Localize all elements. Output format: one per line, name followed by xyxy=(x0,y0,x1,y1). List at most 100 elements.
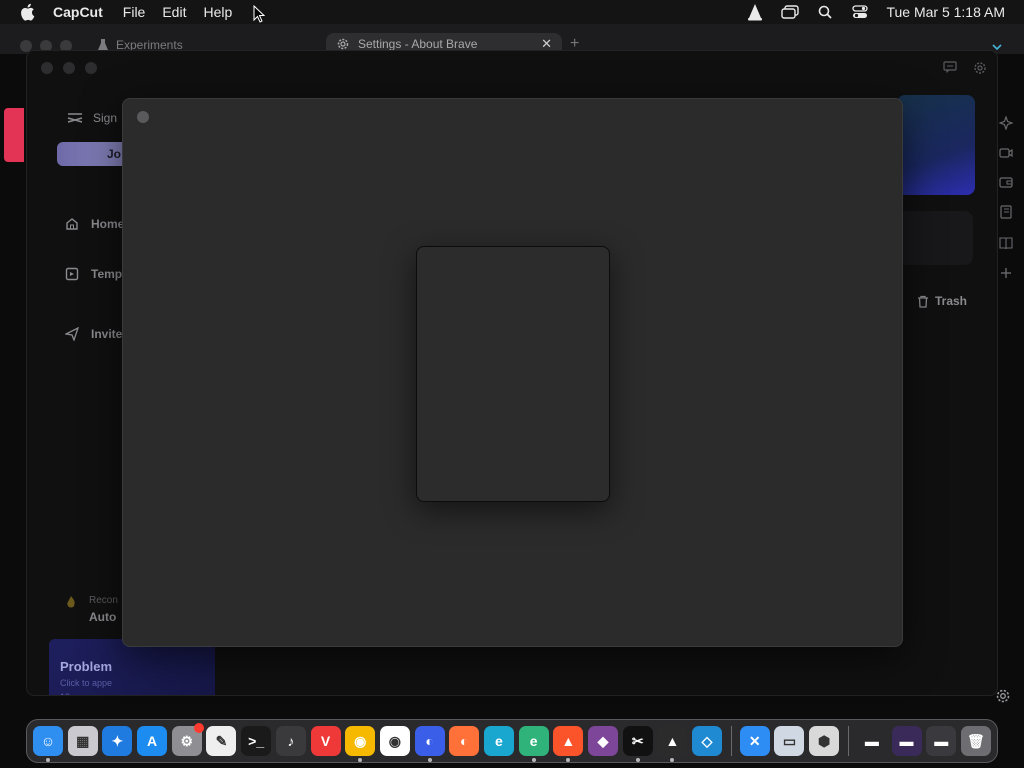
installer-icon[interactable]: ⬢ xyxy=(809,726,840,756)
sign-in-label: Sign xyxy=(93,111,118,125)
running-indicator xyxy=(46,758,50,762)
problem-count: 13 xyxy=(60,692,215,695)
reading-list-icon[interactable] xyxy=(999,236,1013,250)
sidebar-item-invite[interactable]: Invite xyxy=(65,327,122,341)
tor-browser-icon[interactable]: ◆ xyxy=(588,726,618,756)
edge-glyph-icon: e xyxy=(495,733,503,749)
vivaldi-icon[interactable]: V xyxy=(310,726,341,756)
desktop: CapCut File Edit Help Tue Mar 5 1:18 AM xyxy=(0,0,1024,768)
modal-dialog xyxy=(122,98,903,647)
trash-icon[interactable]: 🗑 xyxy=(960,726,991,756)
settings-gear-icon[interactable] xyxy=(973,61,987,75)
tab-search-chevron-icon[interactable] xyxy=(992,44,1002,50)
loading-panel xyxy=(416,246,610,502)
chrome-canary-glyph-icon: ◉ xyxy=(354,732,367,749)
capcut-icon[interactable]: ✂ xyxy=(622,726,653,762)
dock-separator xyxy=(847,726,849,756)
capcut-close-button[interactable] xyxy=(41,62,53,74)
vlc-tray-icon[interactable] xyxy=(744,3,766,21)
modal-close-button[interactable] xyxy=(137,111,149,123)
firefox-dev-icon[interactable]: ◐ xyxy=(414,726,445,762)
recommendation-item[interactable]: Recon Auto xyxy=(65,595,118,624)
menu-bar-clock[interactable]: Tue Mar 5 1:18 AM xyxy=(886,4,1005,20)
app-store-glyph-icon: A xyxy=(147,733,158,749)
app-store-icon[interactable]: A xyxy=(137,726,168,756)
window-thumb-2-icon[interactable]: ▬ xyxy=(891,726,922,756)
capcut-glyph-icon: ✂ xyxy=(631,732,644,749)
firefox-icon[interactable]: ◐ xyxy=(449,726,480,756)
flame-icon xyxy=(67,596,75,608)
running-indicator xyxy=(566,758,571,762)
running-indicator xyxy=(635,758,640,762)
vscode-icon[interactable]: ◇ xyxy=(692,726,723,756)
background-accent-strip xyxy=(4,108,24,162)
finder-icon[interactable]: ☺ xyxy=(33,726,63,762)
promo-banner[interactable] xyxy=(897,95,975,195)
capcut-minimize-button[interactable] xyxy=(63,62,75,74)
textedit-icon[interactable]: ✎ xyxy=(206,726,237,756)
brave-icon[interactable]: ▲ xyxy=(553,726,584,762)
preview-icon[interactable]: ▭ xyxy=(774,726,805,756)
window-thumb-3-icon[interactable]: ▬ xyxy=(926,726,957,756)
add-panel-icon[interactable] xyxy=(1000,267,1012,279)
templates-icon xyxy=(65,267,79,281)
chrome-canary-icon[interactable]: ◉ xyxy=(345,726,376,762)
window-thumb-1-icon[interactable]: ▬ xyxy=(856,726,887,756)
browser-tab-label: Settings - About Brave xyxy=(358,37,478,51)
capcut-logo-icon xyxy=(67,113,83,123)
capcut-zoom-button[interactable] xyxy=(85,62,97,74)
active-app-name[interactable]: CapCut xyxy=(53,4,103,20)
capcut-top-toolbar xyxy=(943,61,987,75)
menu-edit[interactable]: Edit xyxy=(162,4,186,20)
chrome-icon[interactable]: ◉ xyxy=(379,726,410,756)
safari-glyph-icon: ✦ xyxy=(111,732,124,749)
feedback-message-icon[interactable] xyxy=(943,61,957,73)
window-switcher-icon[interactable] xyxy=(779,3,801,21)
problem-subtitle: Click to appe xyxy=(60,678,113,688)
terminal-icon[interactable]: >_ xyxy=(241,726,272,756)
video-icon[interactable] xyxy=(999,147,1013,159)
launchpad-glyph-icon: ▦ xyxy=(76,732,90,749)
edge-icon[interactable]: e xyxy=(483,726,514,756)
wallet-icon[interactable] xyxy=(999,176,1013,188)
recommendation-title: Recon xyxy=(89,595,118,606)
xcode-icon[interactable]: ✕ xyxy=(739,726,770,756)
installer-glyph-icon: ⬢ xyxy=(818,732,831,749)
sign-in-link[interactable]: Sign xyxy=(67,111,117,125)
sidebar-item-label: Temp xyxy=(91,267,123,281)
window-thumb-3-glyph-icon: ▬ xyxy=(934,733,949,749)
edge-canary-icon[interactable]: e xyxy=(518,726,549,762)
trash-button[interactable]: Trash xyxy=(917,294,967,308)
star-sparkle-icon[interactable] xyxy=(999,116,1013,130)
garageband-icon[interactable]: ♪ xyxy=(275,726,306,756)
problem-card[interactable]: Problem Click to appe 13 xyxy=(49,639,215,695)
vivaldi-glyph-icon: V xyxy=(320,733,331,749)
problem-title: Problem xyxy=(60,659,113,674)
safari-icon[interactable]: ✦ xyxy=(102,726,133,756)
control-center-icon[interactable] xyxy=(849,3,871,21)
system-settings-icon[interactable]: ⚙ xyxy=(171,723,204,756)
trash-label: Trash xyxy=(935,294,968,308)
menu-bar: CapCut File Edit Help Tue Mar 5 1:18 AM xyxy=(0,0,1024,24)
menu-file[interactable]: File xyxy=(123,4,146,20)
vlc-icon[interactable]: ▲ xyxy=(657,726,688,762)
brave-glyph-icon: ▲ xyxy=(561,733,576,749)
spotlight-search-icon[interactable] xyxy=(814,3,836,21)
window-thumb-2-glyph-icon: ▬ xyxy=(899,733,914,749)
apple-logo-icon[interactable] xyxy=(18,3,36,21)
firefox-dev-glyph-icon: ◐ xyxy=(425,733,434,749)
menu-help[interactable]: Help xyxy=(203,4,232,20)
trash-icon xyxy=(918,295,928,308)
sidebar-item-home[interactable]: Home xyxy=(65,217,124,231)
window-thumb-1-glyph-icon: ▬ xyxy=(864,733,879,749)
content-card[interactable] xyxy=(897,211,973,265)
bookmarks-icon[interactable] xyxy=(999,205,1013,219)
textedit-glyph-icon: ✎ xyxy=(215,732,228,749)
recommendation-value: Auto xyxy=(89,610,117,624)
vscode-glyph-icon: ◇ xyxy=(701,732,713,749)
mouse-pointer-icon xyxy=(253,5,265,23)
sidebar-item-templates[interactable]: Temp xyxy=(65,267,122,281)
settings-gear-icon xyxy=(337,38,349,50)
finder-glyph-icon: ☺ xyxy=(40,733,56,749)
launchpad-icon[interactable]: ▦ xyxy=(67,726,98,756)
